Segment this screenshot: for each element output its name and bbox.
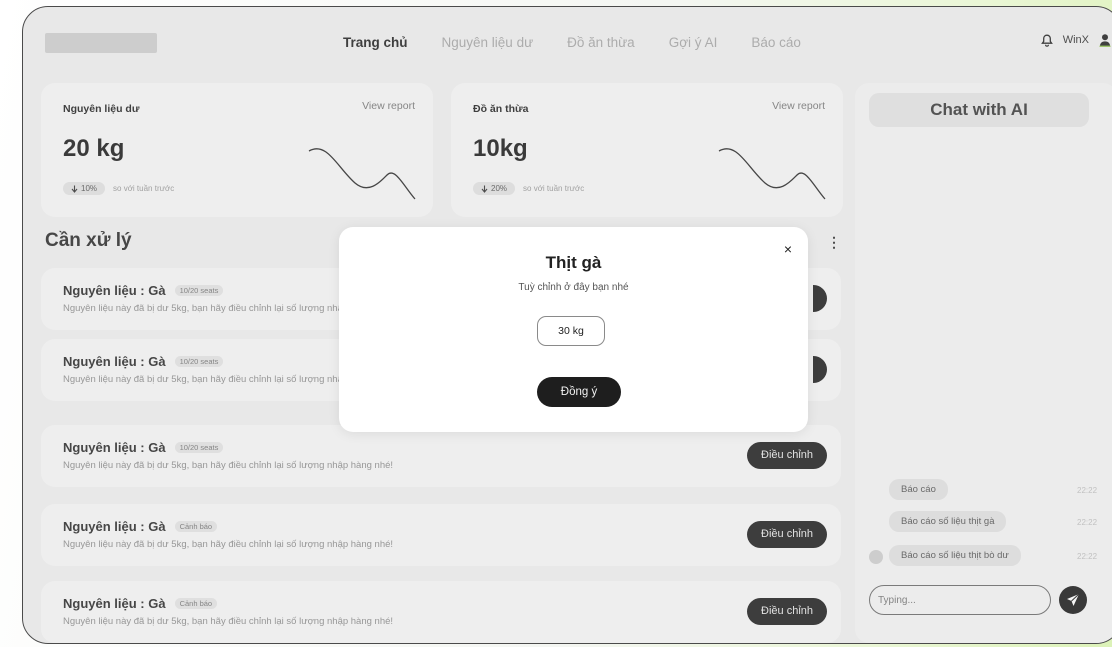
confirm-button[interactable]: Đồng ý (537, 377, 621, 407)
quantity-field[interactable] (537, 316, 605, 346)
adjust-modal: × Thịt gà Tuỳ chỉnh ở đây bạn nhé Đồng ý (339, 227, 808, 432)
app-window: Trang chủ Nguyên liệu dư Đồ ăn thừa Gợi … (22, 6, 1112, 644)
modal-title: Thịt gà (545, 253, 602, 272)
modal-subtitle: Tuỳ chỉnh ở đây bạn nhé (518, 282, 629, 293)
